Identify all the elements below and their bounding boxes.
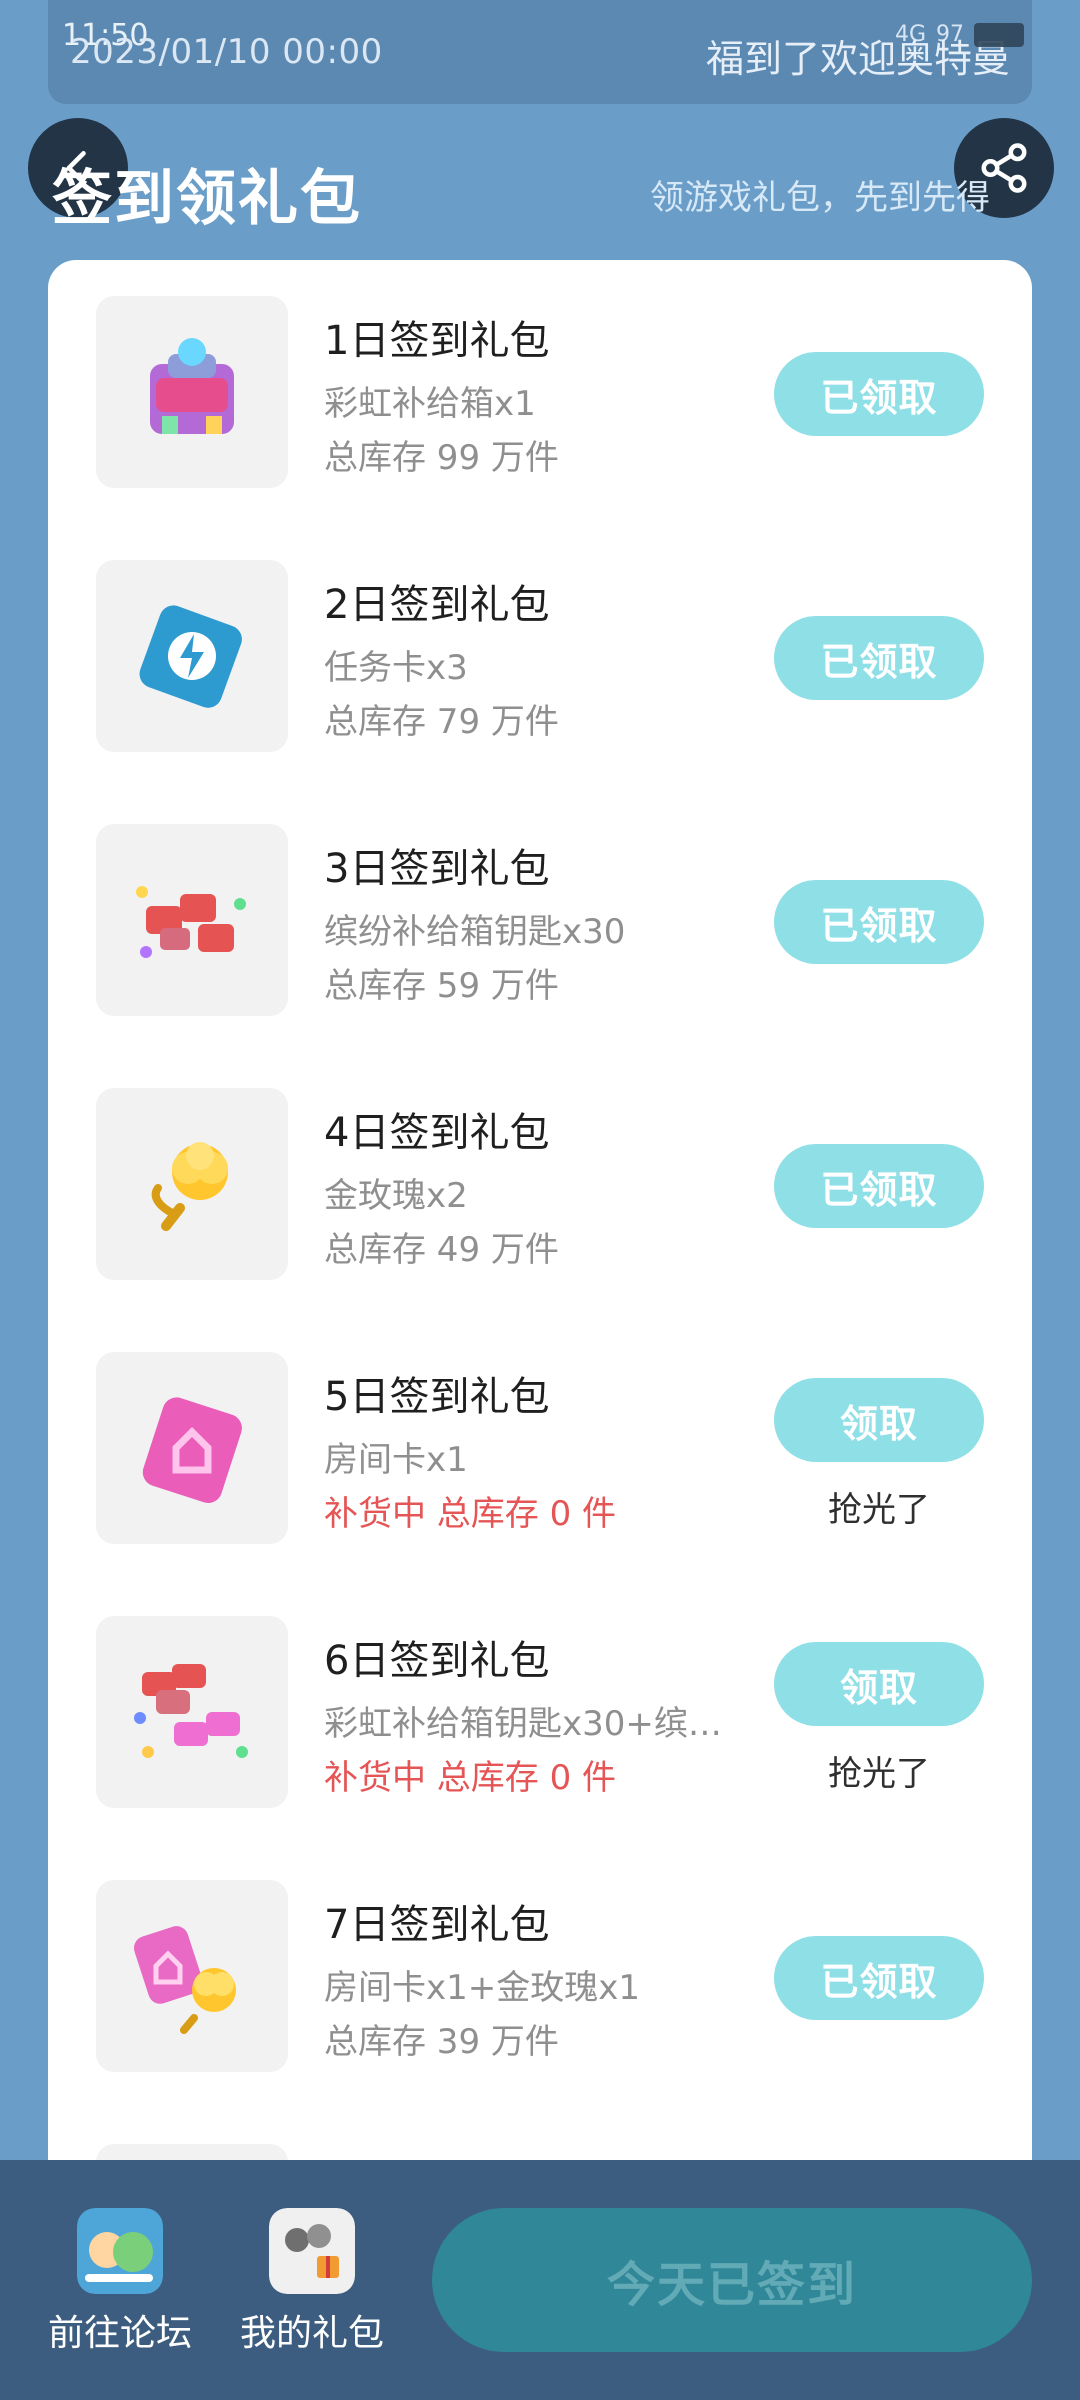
- gift-content-6: 彩虹补给箱钥匙x30+缤…: [324, 1704, 722, 1744]
- task-card-icon: [139, 605, 242, 708]
- claim-button-5[interactable]: 领取: [774, 1378, 984, 1462]
- gift-content-4: 金玫瑰x2: [324, 1176, 468, 1216]
- gift-list-card: 1日签到礼包 彩虹补给箱x1 总库存 99 万件 已领取 2日签到礼包 任务卡x…: [48, 260, 1032, 2180]
- gift-thumbnail-7: [96, 1880, 288, 2072]
- gift-stock-2: 总库存 79 万件: [324, 702, 559, 742]
- gift-title-6: 6日签到礼包: [324, 1638, 550, 1684]
- network-indicator: 4G: [894, 22, 926, 47]
- gift-stock-7: 总库存 39 万件: [324, 2022, 559, 2062]
- gift-content-1: 彩虹补给箱x1: [324, 384, 536, 424]
- gift-thumbnail-6: [96, 1616, 288, 1808]
- gift-thumbnail-5: [96, 1352, 288, 1544]
- battery-icon: [974, 22, 1024, 47]
- gift-stock-5: 补货中 总库存 0 件: [324, 1494, 617, 1534]
- my-gifts-icon: [269, 2208, 355, 2294]
- gift-title-2: 2日签到礼包: [324, 582, 550, 628]
- gift-content-5: 房间卡x1: [324, 1440, 468, 1480]
- gift-title-5: 5日签到礼包: [324, 1374, 550, 1420]
- gift-item-day-5: 5日签到礼包 房间卡x1 补货中 总库存 0 件 领取 抢光了: [48, 1352, 1032, 1544]
- gift-thumbnail-2: [96, 560, 288, 752]
- gift-stock-3: 总库存 59 万件: [324, 966, 559, 1006]
- claimed-button-7[interactable]: 已领取: [774, 1936, 984, 2020]
- gift-title-3: 3日签到礼包: [324, 846, 550, 892]
- colorful-key-icon: [136, 886, 246, 958]
- forum-icon: [77, 2208, 163, 2294]
- gift-thumbnail-3: [96, 824, 288, 1016]
- sold-out-label-5: 抢光了: [828, 1490, 930, 1530]
- gift-thumbnail-1: [96, 296, 288, 488]
- gift-item-day-4: 4日签到礼包 金玫瑰x2 总库存 49 万件 已领取: [48, 1088, 1032, 1280]
- my-gifts-label: 我的礼包: [239, 2313, 384, 2354]
- forum-label: 前往论坛: [47, 2313, 192, 2354]
- mixed-key-icon: [134, 1664, 248, 1758]
- gift-item-day-7: 7日签到礼包 房间卡x1+金玫瑰x1 总库存 39 万件 已领取: [48, 1880, 1032, 2072]
- page-title: 签到领礼包: [52, 164, 362, 234]
- event-date: 2023/01/10 00:00: [70, 32, 383, 72]
- forum-nav-item[interactable]: 前往论坛: [20, 2208, 220, 2356]
- claimed-button-1[interactable]: 已领取: [774, 352, 984, 436]
- gift-content-7: 房间卡x1+金玫瑰x1: [324, 1968, 640, 2008]
- claimed-button-2[interactable]: 已领取: [774, 616, 984, 700]
- claim-button-6[interactable]: 领取: [774, 1642, 984, 1726]
- claimed-button-3[interactable]: 已领取: [774, 880, 984, 964]
- bottom-action-bar: 前往论坛 我的礼包 今天已签到: [0, 2160, 1080, 2400]
- room-card-icon: [142, 1397, 242, 1503]
- gift-thumbnail-4: [96, 1088, 288, 1280]
- page-subtitle: 领游戏礼包，先到先得: [650, 178, 990, 218]
- gift-stock-6: 补货中 总库存 0 件: [324, 1758, 617, 1798]
- battery-percent: 97: [936, 22, 964, 47]
- gift-title-7: 7日签到礼包: [324, 1902, 550, 1948]
- rainbow-supply-box-icon: [150, 338, 234, 434]
- gift-item-day-1: 1日签到礼包 彩虹补给箱x1 总库存 99 万件 已领取: [48, 296, 1032, 488]
- sold-out-label-6: 抢光了: [828, 1754, 930, 1794]
- gift-item-day-6: 6日签到礼包 彩虹补给箱钥匙x30+缤… 补货中 总库存 0 件 领取 抢光了: [48, 1616, 1032, 1808]
- gift-stock-1: 总库存 99 万件: [324, 438, 559, 478]
- gift-item-day-3: 3日签到礼包 缤纷补给箱钥匙x30 总库存 59 万件 已领取: [48, 824, 1032, 1016]
- gift-content-3: 缤纷补给箱钥匙x30: [324, 912, 626, 952]
- checked-in-today-button[interactable]: 今天已签到: [432, 2208, 1032, 2352]
- gift-item-day-2: 2日签到礼包 任务卡x3 总库存 79 万件 已领取: [48, 560, 1032, 752]
- golden-rose-icon: [151, 1142, 228, 1231]
- gift-title-1: 1日签到礼包: [324, 318, 550, 364]
- my-gifts-nav-item[interactable]: 我的礼包: [212, 2208, 412, 2356]
- gift-stock-4: 总库存 49 万件: [324, 1230, 559, 1270]
- status-icons: 4G 97: [895, 22, 1024, 47]
- claimed-button-4[interactable]: 已领取: [774, 1144, 984, 1228]
- gift-content-2: 任务卡x3: [324, 648, 468, 688]
- room-card-golden-rose-icon: [133, 1926, 236, 2034]
- gift-title-4: 4日签到礼包: [324, 1110, 550, 1156]
